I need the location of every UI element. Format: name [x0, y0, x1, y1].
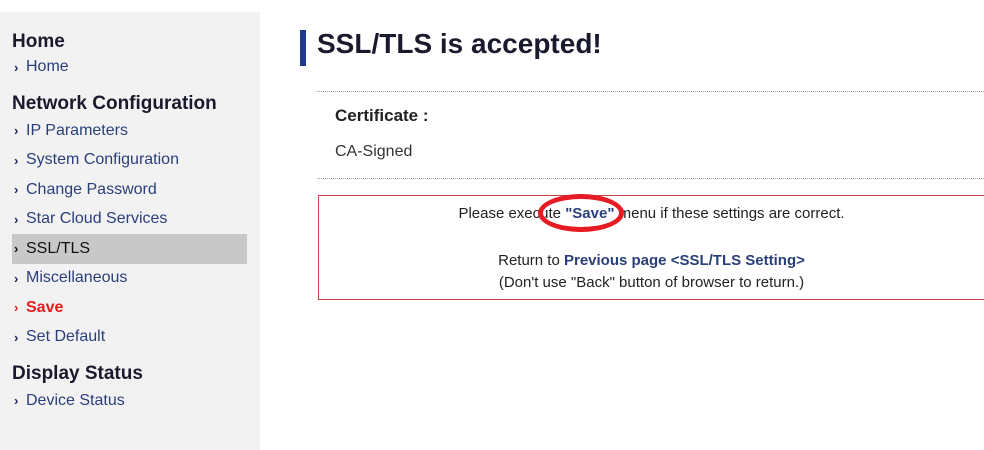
- sidebar-item-label: Miscellaneous: [26, 269, 128, 287]
- sidebar-item-label: Change Password: [26, 180, 157, 198]
- sidebar-section-network-configuration: Network Configuration: [12, 93, 217, 114]
- return-instruction-prefix: Return to: [498, 252, 564, 269]
- chevron-right-icon: ›: [14, 393, 19, 409]
- sidebar-item-label: System Configuration: [26, 151, 179, 169]
- back-warning: (Don't use "Back" button of browser to r…: [498, 274, 805, 291]
- sidebar-section-display-status: Display Status: [12, 363, 143, 384]
- chevron-right-icon: ›: [14, 123, 19, 139]
- divider: [317, 91, 984, 92]
- sidebar: Home › Home Network Configuration › IP P…: [0, 12, 260, 450]
- chevron-right-icon: ›: [14, 152, 19, 168]
- sidebar-network-list: › IP Parameters › System Configuration ›…: [12, 116, 260, 352]
- sidebar-section-home: Home: [12, 31, 65, 52]
- sidebar-item-label: IP Parameters: [26, 121, 128, 139]
- save-instruction-suffix: menu if these settings are correct.: [614, 205, 845, 222]
- certificate-label: Certificate :: [335, 106, 429, 125]
- chevron-right-icon: ›: [14, 300, 19, 316]
- previous-page-link[interactable]: Previous page <SSL/TLS Setting>: [564, 252, 805, 269]
- message-box: Please execute "Save" menu if these sett…: [318, 195, 984, 300]
- sidebar-item-save[interactable]: › Save: [12, 293, 247, 323]
- chevron-right-icon: ›: [14, 182, 19, 198]
- title-accent-bar: [300, 30, 306, 66]
- sidebar-item-system-configuration[interactable]: › System Configuration: [12, 146, 247, 176]
- page: Home › Home Network Configuration › IP P…: [0, 0, 984, 450]
- chevron-right-icon: ›: [14, 241, 19, 257]
- page-title: SSL/TLS is accepted!: [317, 28, 602, 59]
- sidebar-item-label: Home: [26, 58, 69, 75]
- sidebar-item-label: Device Status: [26, 391, 125, 409]
- chevron-right-icon: ›: [14, 59, 19, 75]
- sidebar-item-ip-parameters[interactable]: › IP Parameters: [12, 116, 247, 146]
- sidebar-item-set-default[interactable]: › Set Default: [12, 323, 247, 353]
- sidebar-item-label: Set Default: [26, 328, 106, 346]
- sidebar-item-star-cloud-services[interactable]: › Star Cloud Services: [12, 205, 247, 235]
- divider: [317, 178, 984, 179]
- sidebar-item-ssl-tls[interactable]: › SSL/TLS: [12, 234, 247, 264]
- sidebar-item-label: SSL/TLS: [26, 239, 91, 257]
- sidebar-item-home[interactable]: › Home: [12, 54, 247, 80]
- chevron-right-icon: ›: [14, 270, 19, 286]
- sidebar-item-change-password[interactable]: › Change Password: [12, 175, 247, 205]
- return-instruction: Return to Previous page <SSL/TLS Setting…: [319, 252, 984, 269]
- save-instruction-prefix: Please execute: [458, 205, 566, 222]
- chevron-right-icon: ›: [14, 329, 19, 345]
- save-instruction: Please execute "Save" menu if these sett…: [319, 205, 984, 222]
- main-content: SSL/TLS is accepted! Certificate : CA-Si…: [300, 0, 984, 450]
- save-link[interactable]: "Save": [565, 205, 614, 222]
- sidebar-item-miscellaneous[interactable]: › Miscellaneous: [12, 264, 247, 294]
- sidebar-item-device-status[interactable]: › Device Status: [12, 386, 247, 416]
- chevron-right-icon: ›: [14, 211, 19, 227]
- certificate-value: CA-Signed: [335, 143, 413, 160]
- sidebar-home-list: › Home: [12, 54, 260, 80]
- sidebar-item-label: Save: [26, 298, 64, 316]
- sidebar-display-list: › Device Status: [12, 386, 260, 416]
- sidebar-item-label: Star Cloud Services: [26, 210, 168, 228]
